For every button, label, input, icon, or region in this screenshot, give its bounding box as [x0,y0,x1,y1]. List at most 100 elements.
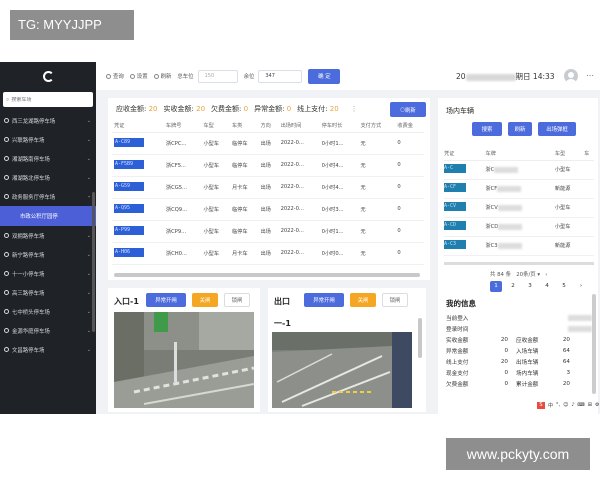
table-row[interactable]: A-CD 浙CD 小型车 [444,217,594,237]
sidebar-item[interactable]: 双拥路停车场 ⌄ [0,226,96,245]
inpark-exit-popup-button[interactable]: 出场弹框 [538,122,576,136]
inpark-body: A-C 浙C 小型车 A-CF 浙CF 新能源 A-CV 浙CV 小型车 A-CD 浙CD 小型车 A-… [444,160,594,256]
stats-refresh-button[interactable]: ○ 刷新 [390,102,426,117]
table-cell: 2022-0... [278,176,320,199]
tray-icon[interactable]: ⚙ [595,402,599,409]
stats-more-icon[interactable]: ⋮ [351,105,358,113]
sidebar-item[interactable]: 西三龙湖路停车场 ⌄ [0,111,96,130]
cell-text: 0 [397,162,401,168]
more-icon[interactable]: ⋯ [586,71,594,80]
sidebar-item[interactable]: 新宁路停车场 ⌄ [0,245,96,264]
records-body: A-C89 浙CPC... 小型车 临停车 出场 2022-0... 0小时1... 无 0 A-… [112,132,424,265]
inpark-scrollbar[interactable] [444,262,594,265]
sidebar-item[interactable]: 湘湖路南停车场 ⌄ [0,149,96,168]
tray-icon[interactable]: °, [556,402,560,409]
sidebar-item[interactable]: 十一小停车场 ⌄ [0,264,96,283]
inpark-header-row: 凭证 车牌 车型车 [444,148,594,161]
query-button[interactable]: 查询 [106,72,124,80]
stat-owed-value: 0 [243,105,249,113]
table-row[interactable]: A-CF 浙CF 新能源 [444,179,594,199]
cell-text: 小型车 [203,184,220,191]
table-row[interactable]: A-H06 浙CH0... 小型车 月卡车 出场 2022-0... 0小时0... 无 0 [112,242,424,265]
pager-per-page[interactable]: 20条/页 [516,272,535,278]
cell-text: 2022-0... [280,206,304,212]
page-button[interactable]: 1 [490,281,502,292]
sidebar-item[interactable]: 金源华庭停车场 ⌄ [0,321,96,340]
tray-icon[interactable]: ☺ [563,402,568,409]
table-row[interactable]: A-G59 浙CG5... 小型车 月卡车 出场 2022-0... 0小时4... 无 0 [112,176,424,199]
sidebar-item[interactable]: 湘湖路北停车场 ⌄ [0,168,96,187]
right-scrollbar[interactable] [592,294,596,394]
sidebar-item[interactable]: 文昌路停车场 ⌄ [0,340,96,359]
table-row[interactable]: A-F5B9 浙CF5... 小型车 临停车 出场 2022-0... 0小时4... 无 0 [112,154,424,177]
inpark-table: 凭证 车牌 车型车 A-C 浙C 小型车 A-CF 浙CF 新能源 A-CV 浙CV 小型车 A-CD… [444,148,594,256]
stat-receivable: 应收金额: 20 [116,104,158,114]
refresh-label: 刷新 [160,74,172,80]
sidebar-item[interactable]: 政务服务厅停车场 ⌄ [0,187,96,206]
table-row[interactable]: A-C3 浙C3 新能源 [444,236,594,256]
sidebar-search-input[interactable] [11,96,92,103]
info-k2: 场内车辆 [516,370,539,377]
sidebar-item[interactable]: 高三路停车场 ⌄ [0,283,96,302]
stat-actual: 实收金额: 20 [164,104,206,114]
cell-text: 月卡车 [231,184,248,191]
inpark-search-button[interactable]: 搜索 [472,122,502,136]
avatar[interactable] [564,69,578,83]
table-cell: A-H06 [112,242,164,265]
remaining-input[interactable]: 347 [258,69,303,83]
table-cell [584,179,594,199]
table-cell: 浙CP9... [163,220,202,243]
sidebar-item[interactable]: 七中桥头停车场 ⌄ [0,302,96,321]
exit-close-button[interactable]: 关闸 [350,293,376,307]
tray-icon[interactable]: S [537,402,545,409]
sidebar-search[interactable]: ⌕ [3,92,93,107]
remaining-label: 余位 [243,74,255,80]
entrance-open-button[interactable]: 异常开闸 [146,293,186,307]
location-icon [4,271,9,276]
plate-image: A-P99 [114,225,144,235]
tray-icon[interactable]: 中 [548,402,553,409]
entrance-lock-button[interactable]: 锁闸 [224,293,250,307]
info-v: 20 [500,336,508,343]
sidebar-scrollbar[interactable] [92,192,95,332]
table-cell: 0 [395,176,424,199]
entrance-close-button[interactable]: 关闸 [192,293,218,307]
cell-text: 浙CV [485,205,498,211]
table-cell: 小型车 [201,220,230,243]
inpark-refresh-button[interactable]: 刷新 [508,122,532,136]
table-row[interactable]: A-P99 浙CP9... 小型车 临停车 出场 2022-0... 0小时1... 无 0 [112,220,424,243]
tray-icon[interactable]: ⌨ [578,402,585,409]
table-cell: 小型车 [201,242,230,265]
page-button[interactable]: 3 [524,281,536,292]
next-page-icon[interactable]: › [575,281,587,292]
page-button[interactable]: 2 [507,281,519,292]
table-cell: 0 [395,132,424,155]
page-button[interactable]: 5 [558,281,570,292]
total-spots-input[interactable]: 150 [197,69,238,83]
refresh-button[interactable]: 刷新 [153,72,172,80]
table-row[interactable]: A-Q95 浙CQ9... 小型车 临停车 出场 2022-0... 0小时3... 无 0 [112,198,424,221]
table-cell: 小型车 [554,217,585,237]
tray-icon[interactable]: ♪ [571,402,574,409]
sidebar-item[interactable]: 兴联路停车场 ⌄ [0,130,96,149]
info-v2: 64 [562,358,570,365]
table-row[interactable]: A-C 浙C 小型车 [444,160,594,180]
exit-open-button[interactable]: 异常开闸 [304,293,344,307]
table-row[interactable]: A-CV 浙CV 小型车 [444,198,594,218]
cell-text: 2022-0... [280,140,304,146]
blurred-text [498,223,523,230]
tray-icon[interactable]: ⊞ [588,402,592,409]
exit-lock-button[interactable]: 锁闸 [382,293,408,307]
cell-text: 浙CH0... [165,250,187,257]
sidebar-item[interactable]: 市政公积厅园停 [0,206,96,226]
settings-button[interactable]: 设置 [129,72,148,80]
table-row[interactable]: A-C89 浙CPC... 小型车 临停车 出场 2022-0... 0小时1... 无 0 [112,132,424,155]
location-icon [4,233,9,238]
records-header-row: 凭证 车牌号 车型 车类 方向 出场时间 停车时长 支付方式 收费金 [112,120,424,133]
entrance-camera-image [114,312,254,408]
exit-scrollbar[interactable] [418,318,422,358]
confirm-button[interactable]: 确 定 [308,68,341,84]
table-cell: 出场 [258,176,279,199]
page-button[interactable]: 4 [541,281,553,292]
records-scrollbar[interactable] [114,273,420,277]
